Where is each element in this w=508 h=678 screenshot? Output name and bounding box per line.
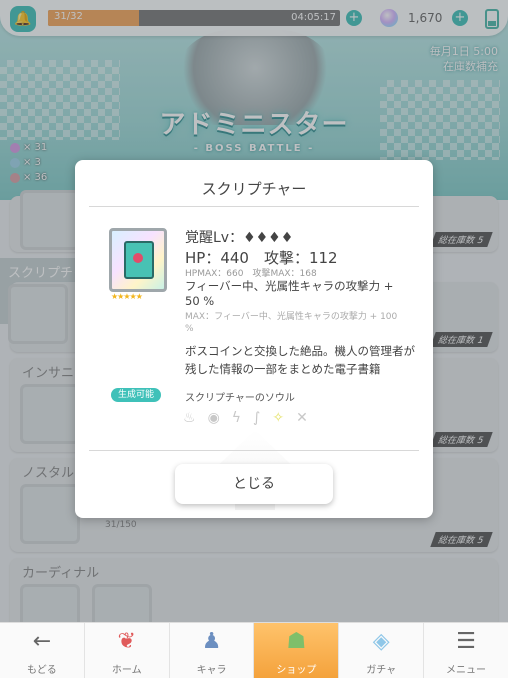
divider xyxy=(89,450,419,451)
hp-attack-stats: HP：440 攻撃：112 xyxy=(185,249,338,267)
book-icon xyxy=(124,241,154,279)
item-card-image xyxy=(109,228,167,292)
bottom-nav: ← もどる ❦ ホーム ♟ キャラ ☗ ショップ ◈ ガチャ ☰ メニュー xyxy=(0,622,508,678)
nav-home[interactable]: ❦ ホーム xyxy=(85,623,170,678)
nav-label: ホーム xyxy=(111,665,142,676)
nav-shop[interactable]: ☗ ショップ xyxy=(254,623,340,678)
gacha-icon: ◈ xyxy=(372,629,390,654)
nav-gacha[interactable]: ◈ ガチャ xyxy=(339,623,425,678)
max-stats: HPMAX：660 攻撃MAX：168 xyxy=(185,269,317,279)
nav-label: ショップ xyxy=(276,665,317,676)
character-icon: ♟ xyxy=(201,629,222,654)
light-icon: ✧ xyxy=(272,410,285,426)
nav-label: キャラ xyxy=(196,665,227,676)
dialog-title: スクリプチャー xyxy=(201,180,307,198)
skill-max-text: MAX：フィーバー中、光属性キャラの攻撃力 + 100 % xyxy=(185,312,398,334)
element-icons: ♨ ◉ ϟ ∫ ✧ ✕ xyxy=(183,410,308,426)
divider xyxy=(89,206,419,207)
fire-icon: ♨ xyxy=(183,410,196,426)
menu-icon: ☰ xyxy=(456,629,476,654)
shop-icon: ☗ xyxy=(286,629,307,654)
craftable-badge: 生成可能 xyxy=(111,388,161,402)
nav-back[interactable]: ← もどる xyxy=(0,623,85,678)
close-button[interactable]: とじる xyxy=(175,464,333,504)
skill-text: フィーバー中、光属性キャラの攻撃力 + 50 % xyxy=(185,279,394,308)
item-detail-dialog: スクリプチャー ★★★★★ 覚醒Lv：♦♦♦♦ HP：440 攻撃：112 HP… xyxy=(75,160,433,518)
nav-label: メニュー xyxy=(446,665,487,676)
water-icon: ◉ xyxy=(207,410,220,426)
nav-menu[interactable]: ☰ メニュー xyxy=(424,623,508,678)
nav-label: ガチャ xyxy=(366,665,397,676)
rarity-stars: ★★★★★ xyxy=(111,292,143,301)
soul-label: スクリプチャーのソウル xyxy=(185,393,295,404)
awaken-level: 覚醒Lv：♦♦♦♦ xyxy=(185,230,294,246)
nav-chara[interactable]: ♟ キャラ xyxy=(170,623,255,678)
nav-label: もどる xyxy=(27,665,57,676)
arrow-left-icon: ← xyxy=(32,629,52,654)
dark-icon: ✕ xyxy=(296,410,308,426)
wind-icon: ∫ xyxy=(253,410,261,426)
thunder-icon: ϟ xyxy=(231,410,242,426)
item-description: ボスコインと交換した絶品。機人の管理者が残した情報の一部をまとめた電子書籍 xyxy=(185,344,415,376)
home-icon: ❦ xyxy=(117,629,136,654)
